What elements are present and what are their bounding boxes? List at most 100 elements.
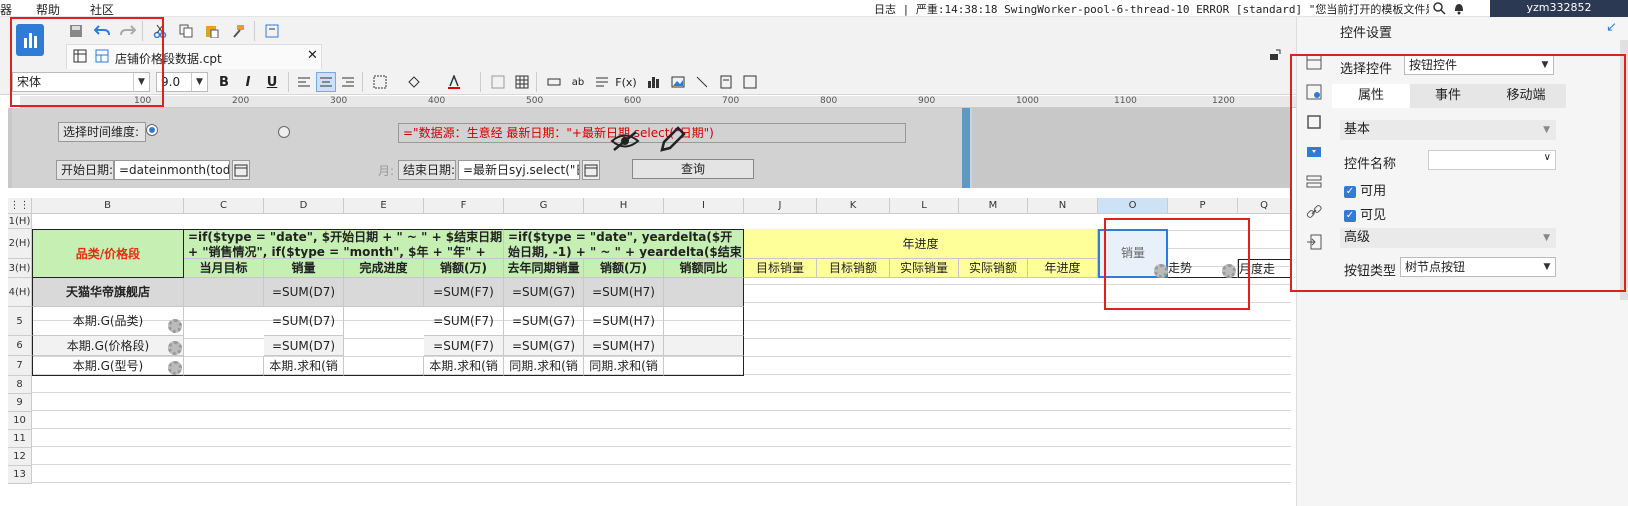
menu-help[interactable]: 帮助 [36,1,60,18]
data-cell[interactable]: =SUM(F7) [424,307,504,336]
col-header-F[interactable]: F [424,198,504,214]
radio-month[interactable] [278,126,290,138]
header-cell[interactable]: 销额同比 [664,259,744,278]
row-header-4[interactable]: 4(H) [8,278,32,307]
collapse-arrow-icon[interactable]: ↙ [1606,20,1620,35]
row-header-2[interactable]: 2(H) [8,229,32,259]
data-cell[interactable] [344,356,424,376]
col-header-N[interactable]: N [1028,198,1098,214]
end-date-input[interactable]: =最新日syj.select("日期 [458,160,580,180]
table-icon[interactable] [512,72,532,92]
insert-float-icon[interactable] [740,72,760,92]
row-header-11[interactable]: 11 [8,430,32,448]
data-cell[interactable]: =SUM(H7) [584,307,664,336]
col-header-Q[interactable]: Q [1238,198,1291,214]
row-header-6[interactable]: 6 [8,336,32,356]
chart-icon[interactable] [644,72,664,92]
start-date-input[interactable]: =dateinmonth(today( [114,160,230,180]
col-header-K[interactable]: K [817,198,890,214]
underline-button[interactable]: U [262,72,282,92]
paragraph-icon[interactable] [592,72,612,92]
formula-cell-g2[interactable]: =if($type = "date", yeardelta($开始日期, -1)… [504,229,744,259]
calendar-icon[interactable] [232,160,250,180]
data-cell[interactable] [184,356,264,376]
header-cell[interactable]: 完成进度 [344,259,424,278]
col-header-J[interactable]: J [744,198,817,214]
data-cell[interactable]: =SUM(G7) [504,278,584,307]
col-header-E[interactable]: E [344,198,424,214]
row-header-7[interactable]: 7 [8,356,32,376]
preview-icon[interactable] [262,21,282,41]
sub-report-icon[interactable] [716,72,736,92]
close-icon[interactable]: ✕ [307,48,318,63]
data-cell[interactable] [344,278,424,307]
data-cell[interactable] [664,356,744,376]
price-segment-cell[interactable]: 本期.G(价格段) [32,336,184,356]
row-header-10[interactable]: 10 [8,412,32,430]
header-cell[interactable]: 去年同期销量 [504,259,584,278]
col-header-B[interactable]: B [32,198,184,214]
menu-community[interactable]: 社区 [90,1,114,18]
menu-server[interactable]: 器 [0,1,12,18]
select-all-corner[interactable]: ⋮⋮ [8,198,32,214]
category-group-cell[interactable]: 本期.G(品类) [32,307,184,336]
eye-hidden-icon[interactable] [610,130,640,152]
query-button[interactable]: 查询 [632,159,754,179]
col-header-H[interactable]: H [584,198,664,214]
header-cell[interactable]: 实际销量 [890,259,959,278]
formula-cell-c2[interactable]: =if($type = "date", $开始日期 + " ~ " + $结束日… [184,229,504,259]
radio-date[interactable] [146,124,158,136]
text-icon[interactable]: ab [568,72,588,92]
col-header-M[interactable]: M [959,198,1028,214]
row-header-5[interactable]: 5 [8,307,32,336]
row-header-3[interactable]: 3(H) [8,259,32,278]
header-cell[interactable]: 目标销量 [744,259,817,278]
header-cell[interactable]: 年进度 [1028,259,1098,278]
data-cell[interactable] [664,278,744,307]
gear-icon[interactable] [168,319,182,333]
row-header-9[interactable]: 9 [8,394,32,412]
data-cell[interactable]: =SUM(F7) [424,278,504,307]
header-cell[interactable]: 目标销额 [817,259,890,278]
store-name-cell[interactable]: 天猫华帝旗舰店 [32,278,184,307]
data-cell[interactable]: =SUM(H7) [584,278,664,307]
col-header-C[interactable]: C [184,198,264,214]
calendar-icon[interactable] [582,160,600,180]
merge-cell-icon[interactable] [488,72,508,92]
bold-button[interactable]: B [214,72,234,92]
model-cell[interactable]: 本期.G(型号) [32,356,184,376]
header-cell[interactable]: 销额(万) [424,259,504,278]
category-header-cell[interactable]: 品类/价格段 [32,229,184,278]
col-header-P[interactable]: P [1168,198,1238,214]
col-header-O[interactable]: O [1098,198,1168,214]
align-right-icon[interactable] [338,72,358,92]
col-header-D[interactable]: D [264,198,344,214]
header-cell[interactable]: 销额(万) [584,259,664,278]
panel-resize-handle[interactable] [962,108,970,188]
paste-icon[interactable] [202,21,222,41]
data-cell[interactable]: =SUM(D7) [264,278,344,307]
data-cell[interactable]: 本期.求和(销 [264,356,344,376]
col-header-L[interactable]: L [890,198,959,214]
data-cell[interactable]: =SUM(H7) [584,336,664,356]
text-field-icon[interactable] [544,72,564,92]
header-cell[interactable]: 销量 [264,259,344,278]
slash-icon[interactable] [692,72,712,92]
search-icon[interactable] [1432,1,1446,15]
formula-icon[interactable]: F(x) [615,72,636,92]
data-cell[interactable] [184,278,264,307]
data-cell[interactable]: 本期.求和(销 [424,356,504,376]
format-painter-icon[interactable] [228,21,248,41]
align-center-icon[interactable] [316,72,336,92]
data-cell[interactable]: =SUM(D7) [264,336,344,356]
row-header-8[interactable]: 8 [8,376,32,394]
header-cell[interactable]: 实际销额 [959,259,1028,278]
copy-icon[interactable] [176,21,196,41]
font-color-icon[interactable] [444,72,464,92]
user-account[interactable]: yzm332852 [1490,0,1628,17]
row-header-12[interactable]: 12 [8,448,32,466]
log-status-text[interactable]: 日志 | 严重:14:38:18 SwingWorker-pool-6-thre… [874,1,1429,17]
year-progress-header[interactable]: 年进度 [744,229,1098,259]
col-header-I[interactable]: I [664,198,744,214]
align-left-icon[interactable] [294,72,314,92]
